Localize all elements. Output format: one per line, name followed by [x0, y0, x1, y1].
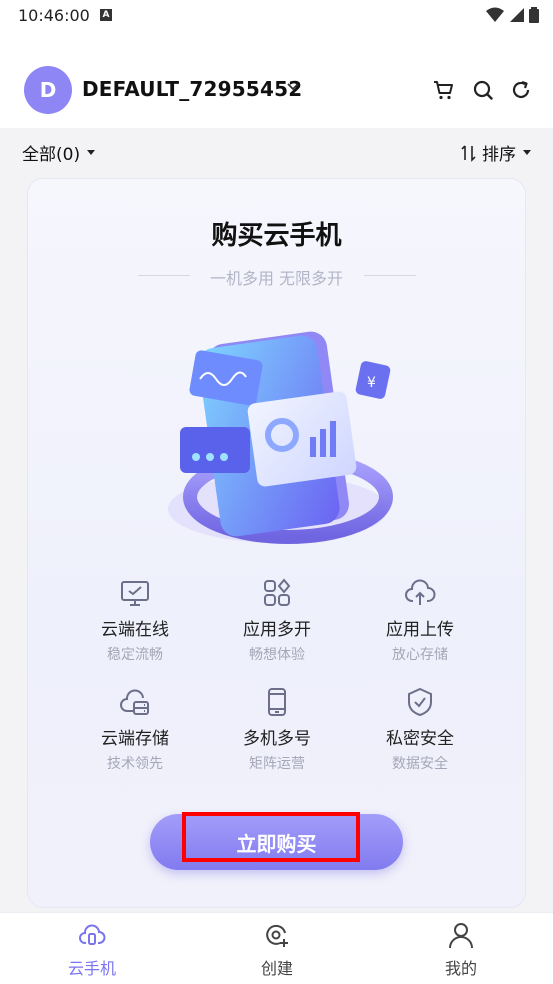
buy-cloud-phone-card: 购买云手机 一机多用 无限多开 ¥ 云端在线 稳定流畅 应用多开 畅想体验 应用… — [27, 178, 526, 908]
caret-down-icon — [523, 150, 531, 155]
create-icon — [266, 924, 288, 947]
refresh-icon[interactable] — [509, 78, 533, 102]
feature-app-multi-open: 应用多开 畅想体验 — [212, 577, 342, 664]
status-right-icons — [485, 6, 539, 24]
feature-title: 应用上传 — [386, 620, 454, 640]
card-subtitle: 一机多用 无限多开 — [209, 269, 344, 288]
feature-private-secure: 私密安全 数据安全 — [355, 686, 485, 773]
cloud-phone-icon — [79, 924, 106, 945]
signal-icon — [510, 8, 524, 22]
sort-icon — [461, 144, 476, 162]
notification-a-icon: A — [100, 9, 112, 21]
tab-label: 云手机 — [67, 959, 116, 978]
cloud-upload-icon — [405, 579, 436, 605]
sort-dropdown[interactable]: 排序 — [460, 140, 531, 165]
feature-title: 多机多号 — [243, 729, 311, 749]
phone-icon — [268, 688, 286, 716]
tab-create[interactable]: 创建 — [222, 921, 332, 979]
tab-mine[interactable]: 我的 — [406, 921, 516, 979]
apps-grid-icon — [264, 578, 291, 606]
monitor-icon — [121, 581, 149, 606]
card-title: 购买云手机 — [211, 221, 342, 251]
user-icon — [449, 923, 473, 949]
battery-icon — [529, 7, 539, 23]
search-icon[interactable] — [471, 78, 495, 102]
tab-label: 我的 — [444, 959, 477, 978]
feature-subtitle: 数据安全 — [392, 756, 448, 772]
sort-label: 排序 — [482, 145, 516, 165]
feature-cloud-storage: 云端存储 技术领先 — [70, 686, 200, 773]
filter-bar: 全部(0) 排序 — [0, 128, 553, 172]
feature-cloud-online: 云端在线 稳定流畅 — [70, 577, 200, 664]
bottom-tab-bar: 云手机 创建 我的 — [0, 912, 553, 984]
buy-now-button[interactable]: 立即购买 — [150, 814, 403, 870]
feature-multi-device: 多机多号 矩阵运营 — [212, 686, 342, 773]
feature-subtitle: 稳定流畅 — [107, 647, 163, 663]
tab-cloud-phone[interactable]: 云手机 — [37, 921, 147, 979]
chevron-down-icon[interactable] — [286, 82, 300, 92]
filter-all-dropdown[interactable]: 全部(0) — [22, 140, 96, 165]
feature-app-upload: 应用上传 放心存储 — [355, 577, 485, 664]
feature-title: 云端在线 — [101, 620, 169, 640]
feature-subtitle: 技术领先 — [107, 756, 163, 772]
status-bar: 10:46:00 A — [0, 0, 553, 32]
feature-subtitle: 放心存储 — [392, 647, 448, 663]
cart-icon[interactable] — [432, 78, 456, 102]
feature-subtitle: 矩阵运营 — [249, 756, 305, 772]
avatar-letter: D — [39, 78, 57, 102]
tab-label: 创建 — [260, 959, 293, 978]
shield-check-icon — [408, 687, 432, 717]
feature-title: 私密安全 — [386, 729, 454, 749]
divider-right — [364, 275, 416, 276]
cloud-storage-icon — [120, 689, 149, 715]
feature-title: 应用多开 — [243, 620, 311, 640]
cloud-phone-illustration: ¥ — [168, 331, 393, 544]
account-name[interactable]: DEFAULT_72955452 — [82, 77, 302, 101]
status-time: 10:46:00 — [18, 6, 90, 25]
caret-down-icon — [87, 150, 96, 155]
filter-all-label: 全部(0) — [22, 145, 81, 165]
account-header: D DEFAULT_72955452 — [0, 32, 553, 128]
wifi-icon — [486, 7, 504, 22]
avatar[interactable]: D — [24, 66, 72, 114]
feature-subtitle: 畅想体验 — [249, 647, 305, 663]
feature-title: 云端存储 — [101, 729, 169, 749]
svg-text:¥: ¥ — [367, 375, 376, 391]
